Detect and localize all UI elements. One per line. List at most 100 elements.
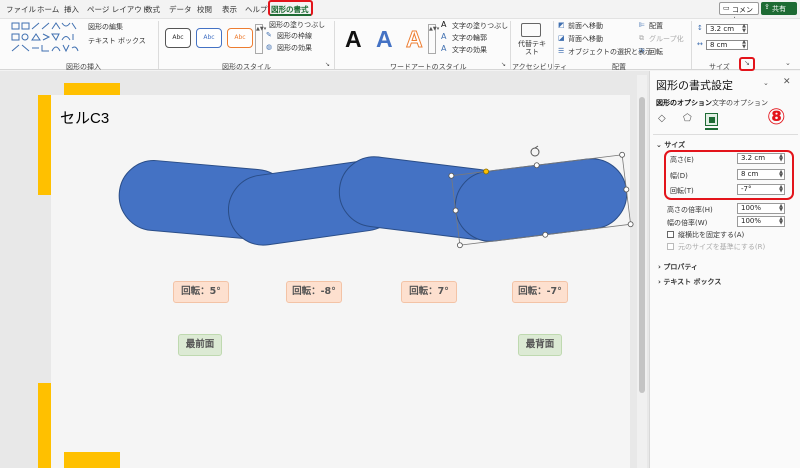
ribbon-width-input[interactable]: 8 cm ▲ ▼	[706, 40, 748, 50]
shape-fill-button[interactable]: 図形の塗りつぶし	[269, 20, 325, 30]
spin-arrows-icon[interactable]: ▲ ▼	[779, 154, 783, 163]
ribbon-divider	[158, 21, 159, 69]
ribbon-divider	[553, 21, 554, 69]
section-properties-header[interactable]: › プロパティ	[658, 262, 698, 272]
dialog-launcher-icon[interactable]: ↘	[501, 61, 506, 68]
scale-height-value: 100%	[741, 204, 762, 212]
size-dialog-launcher-icon[interactable]: ↘	[744, 59, 750, 67]
scrollbar-thumb[interactable]	[639, 97, 645, 393]
tab-insert[interactable]: 挿入	[64, 4, 79, 15]
section-properties-label: プロパティ	[663, 263, 698, 271]
pane-rotation-value: -7°	[741, 185, 752, 193]
effects-pentagon-icon[interactable]: ⬠	[683, 113, 692, 124]
tab-help[interactable]: ヘルプ	[245, 4, 268, 15]
fill-line-icon[interactable]: ◇	[658, 113, 666, 124]
lock-aspect-label: 縦横比を固定する(A)	[678, 231, 745, 239]
text-fill-button[interactable]: 文字の塗りつぶし	[452, 21, 508, 31]
ribbon-collapse-icon[interactable]: ⌄	[785, 59, 791, 67]
shapes-gallery[interactable]	[10, 21, 82, 59]
rotation-label-2: 回転：-8°	[286, 281, 342, 303]
align-button[interactable]: 配置	[649, 21, 663, 31]
shape-style-preset-3[interactable]: Abc	[227, 28, 253, 48]
yellow-corner-top-vertical	[38, 95, 51, 195]
step-number-8: ⑧	[767, 105, 786, 130]
yellow-corner-top-horizontal	[64, 83, 120, 95]
scale-height-input[interactable]: 100% ▲ ▼	[737, 203, 785, 214]
spin-arrows-icon[interactable]: ▲ ▼	[742, 24, 746, 34]
style-gallery-scroll[interactable]: ▲▼▾	[255, 24, 266, 54]
wordart-black[interactable]: A	[345, 27, 362, 51]
bring-forward-button[interactable]: 前面へ移動	[568, 21, 603, 31]
text-effects-icon: A	[441, 44, 447, 53]
tab-home[interactable]: ホーム	[37, 4, 59, 15]
scale-width-value: 100%	[741, 217, 762, 225]
chevron-down-icon[interactable]: ⌄	[763, 79, 769, 87]
share-icon: ⇪	[764, 3, 770, 11]
size-properties-glyph	[709, 117, 715, 123]
shape-style-preset-1[interactable]: Abc	[165, 28, 191, 48]
group-icon: ⧉	[639, 34, 644, 42]
text-box-button[interactable]: テキスト ボックス	[88, 36, 146, 46]
relative-original-checkbox[interactable]	[667, 243, 674, 250]
shape-outline-button[interactable]: 図形の枠線	[277, 31, 312, 41]
section-textbox-header[interactable]: › テキスト ボックス	[658, 277, 721, 287]
comments-button[interactable]: ▭ コメント	[719, 2, 759, 24]
rotate-button[interactable]: 回転	[649, 47, 663, 57]
menu-bar: ファイル ホーム 挿入 ページ レイアウト 数式 データ 校閲 表示 ヘルプ 図…	[0, 0, 800, 24]
scale-width-label: 幅の倍率(W)	[667, 219, 708, 227]
share-label: 共有	[772, 5, 786, 13]
send-backward-button[interactable]: 背面へ移動	[568, 34, 603, 44]
spin-arrows-icon[interactable]: ▲ ▼	[742, 40, 746, 50]
width-icon: ↔	[697, 40, 703, 48]
rotation-label-4: 回転：-7°	[512, 281, 568, 303]
section-textbox-label: テキスト ボックス	[663, 278, 722, 286]
pane-width-value: 8 cm	[741, 170, 759, 178]
tab-view[interactable]: 表示	[222, 4, 237, 15]
dialog-launcher-icon[interactable]: ↘	[325, 61, 330, 68]
tab-formulas[interactable]: 数式	[145, 4, 160, 15]
lock-aspect-checkbox[interactable]	[667, 231, 674, 238]
tab-page-layout[interactable]: ページ レイアウト	[87, 4, 149, 15]
pane-rotation-input[interactable]: -7° ▲ ▼	[737, 184, 785, 195]
tab-data[interactable]: データ	[169, 4, 192, 15]
ribbon-width-value: 8 cm	[710, 41, 728, 49]
width-label: 幅(D)	[670, 172, 688, 180]
spin-arrows-icon[interactable]: ▲ ▼	[779, 170, 783, 179]
ribbon-divider	[510, 21, 511, 69]
spin-arrows-icon[interactable]: ▲ ▼	[779, 185, 783, 194]
alt-text-button[interactable]: 代替テキスト	[515, 40, 549, 56]
ribbon-height-input[interactable]: 3.2 cm ▲ ▼	[706, 24, 748, 34]
height-icon: ↕	[697, 24, 703, 32]
tab-file[interactable]: ファイル	[6, 4, 36, 15]
front-label: 最前面	[178, 334, 222, 356]
wordart-blue[interactable]: A	[376, 27, 393, 51]
pane-height-input[interactable]: 3.2 cm ▲ ▼	[737, 153, 785, 164]
alt-text-icon	[521, 23, 541, 37]
vertical-scrollbar[interactable]	[637, 75, 647, 468]
ribbon-height-value: 3.2 cm	[710, 25, 735, 33]
section-size-header[interactable]: ⌄ サイズ	[656, 140, 685, 150]
spin-arrows-icon[interactable]: ▲ ▼	[779, 217, 783, 226]
yellow-corner-bottom-horizontal	[64, 452, 120, 468]
section-size-label: サイズ	[664, 141, 686, 149]
share-button[interactable]: ⇪ 共有	[761, 2, 797, 15]
text-outline-button[interactable]: 文字の輪郭	[452, 33, 487, 43]
group-button[interactable]: グループ化	[649, 34, 684, 44]
shape-style-preset-2[interactable]: Abc	[196, 28, 222, 48]
edit-shape-button[interactable]: 図形の編集	[88, 22, 123, 32]
spin-arrows-icon[interactable]: ▲ ▼	[779, 204, 783, 213]
pane-width-input[interactable]: 8 cm ▲ ▼	[737, 169, 785, 180]
tab-review[interactable]: 校閲	[197, 4, 212, 15]
tab-text-options[interactable]: 文字のオプション	[712, 98, 768, 108]
text-fill-icon: A	[441, 20, 447, 29]
wordart-orange-outline[interactable]: A	[406, 27, 424, 52]
wordart-gallery-scroll[interactable]: ▲▼▾	[428, 24, 439, 54]
close-icon[interactable]: ✕	[783, 77, 791, 87]
shape-effects-button[interactable]: 図形の効果	[277, 43, 312, 53]
rotation-label-1: 回転：5°	[173, 281, 229, 303]
tab-shape-options[interactable]: 図形のオプション	[656, 98, 712, 108]
scale-width-input[interactable]: 100% ▲ ▼	[737, 216, 785, 227]
size-properties-icon[interactable]	[705, 113, 718, 126]
format-shape-pane: 図形の書式設定 ⌄ ✕ 図形のオプション 文字のオプション ◇ ⬠ ⑧ ⌄ サイ…	[649, 71, 800, 468]
text-effects-button[interactable]: 文字の効果	[452, 45, 487, 55]
